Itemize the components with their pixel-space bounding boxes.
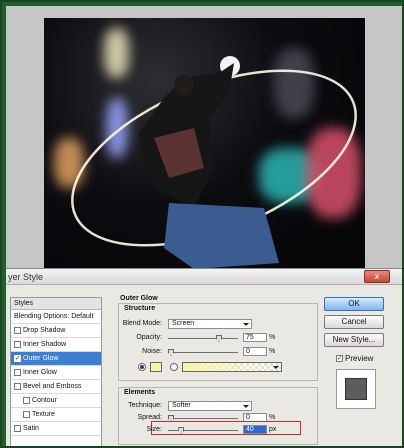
- structure-heading: Structure: [124, 305, 156, 312]
- style-item[interactable]: Inner Shadow: [11, 338, 101, 352]
- glow-color-swatch[interactable]: [150, 362, 162, 372]
- size-slider[interactable]: [168, 427, 238, 434]
- blend-mode-label: Blend Mode:: [122, 320, 162, 327]
- glow-gradient-picker[interactable]: [182, 362, 282, 372]
- style-item-label: Inner Glow: [23, 368, 57, 376]
- style-item[interactable]: Satin: [11, 422, 101, 436]
- style-item-label: Drop Shadow: [23, 326, 66, 334]
- style-checkbox[interactable]: [14, 425, 21, 432]
- style-item[interactable]: Texture: [11, 408, 101, 422]
- ok-button[interactable]: OK: [324, 297, 384, 311]
- blend-mode-value: Screen: [172, 320, 195, 327]
- gradient-fill-radio[interactable]: [170, 363, 178, 371]
- close-icon: x: [374, 271, 380, 281]
- style-preview-swatch: [345, 378, 367, 400]
- style-checkbox[interactable]: ✓: [14, 355, 21, 362]
- dialog-titlebar[interactable]: yer Style x: [6, 269, 402, 285]
- technique-label: Technique:: [128, 402, 162, 409]
- size-unit: px: [269, 426, 277, 433]
- noise-label: Noise:: [142, 348, 162, 355]
- chevron-down-icon: [243, 405, 249, 408]
- preview-label: Preview: [345, 354, 374, 363]
- style-item-label: Outer Glow: [23, 354, 59, 362]
- style-item[interactable]: ✓ Outer Glow: [11, 352, 101, 366]
- style-item[interactable]: Contour: [11, 394, 101, 408]
- noise-unit: %: [269, 348, 276, 355]
- style-item[interactable]: Bevel and Emboss: [11, 380, 101, 394]
- spread-label: Spread:: [137, 414, 162, 421]
- preview-checkbox[interactable]: ✓: [336, 355, 343, 362]
- styles-header[interactable]: Styles: [11, 298, 101, 310]
- cancel-button[interactable]: Cancel: [324, 315, 384, 329]
- style-item[interactable]: Drop Shadow: [11, 324, 101, 338]
- screenshot-frame: yer Style x Styles Blending Options: Def…: [0, 0, 404, 448]
- style-item[interactable]: Blending Options: Default: [11, 310, 101, 324]
- photo-dancer-light-trails: [44, 18, 365, 269]
- blend-mode-select[interactable]: Screen: [168, 319, 252, 329]
- elements-heading: Elements: [124, 389, 156, 396]
- style-item-label: Contour: [32, 396, 57, 404]
- dialog-title: yer Style: [8, 272, 44, 282]
- document-canvas: [6, 6, 402, 269]
- close-button[interactable]: x: [364, 270, 390, 283]
- style-item-label: Texture: [32, 410, 55, 418]
- outer-glow-heading: Outer Glow: [120, 295, 158, 302]
- style-item-label: Satin: [23, 424, 39, 432]
- style-checkbox[interactable]: [14, 341, 21, 348]
- new-style-button[interactable]: New Style...: [324, 333, 384, 347]
- noise-input[interactable]: 0: [243, 347, 267, 356]
- opacity-input[interactable]: 75: [243, 333, 267, 342]
- outer-glow-panel: Outer Glow Structure Blend Mode: Screen …: [118, 295, 318, 446]
- style-item[interactable]: Inner Glow: [11, 366, 101, 380]
- style-item-label: Bevel and Emboss: [23, 382, 82, 390]
- style-item-label: Inner Shadow: [23, 340, 67, 348]
- style-checkbox[interactable]: [23, 397, 30, 404]
- opacity-slider[interactable]: [168, 335, 238, 342]
- spread-slider[interactable]: [168, 415, 238, 422]
- layer-style-dialog: yer Style x Styles Blending Options: Def…: [6, 268, 402, 446]
- style-checkbox[interactable]: [14, 327, 21, 334]
- chevron-down-icon: [243, 323, 249, 326]
- spread-unit: %: [269, 414, 276, 421]
- opacity-unit: %: [269, 334, 276, 341]
- technique-value: Softer: [172, 402, 191, 409]
- opacity-label: Opacity:: [136, 334, 162, 341]
- size-label: Size:: [146, 426, 162, 433]
- size-row-highlight: [151, 421, 301, 435]
- style-checkbox[interactable]: [14, 383, 21, 390]
- light-trail-graphic: [71, 56, 357, 269]
- noise-slider[interactable]: [168, 349, 238, 356]
- style-checkbox[interactable]: [23, 411, 30, 418]
- style-item-label: Blending Options: Default: [14, 312, 94, 320]
- color-fill-radio[interactable]: [138, 363, 146, 371]
- styles-list: Styles Blending Options: Default Drop Sha…: [10, 297, 102, 446]
- style-preview-thumbnail: [336, 369, 376, 409]
- preview-checkbox-row[interactable]: ✓ Preview: [336, 354, 373, 363]
- technique-select[interactable]: Softer: [168, 401, 252, 411]
- chevron-down-icon: [273, 366, 279, 369]
- style-checkbox[interactable]: [14, 369, 21, 376]
- size-input[interactable]: 40: [243, 425, 267, 434]
